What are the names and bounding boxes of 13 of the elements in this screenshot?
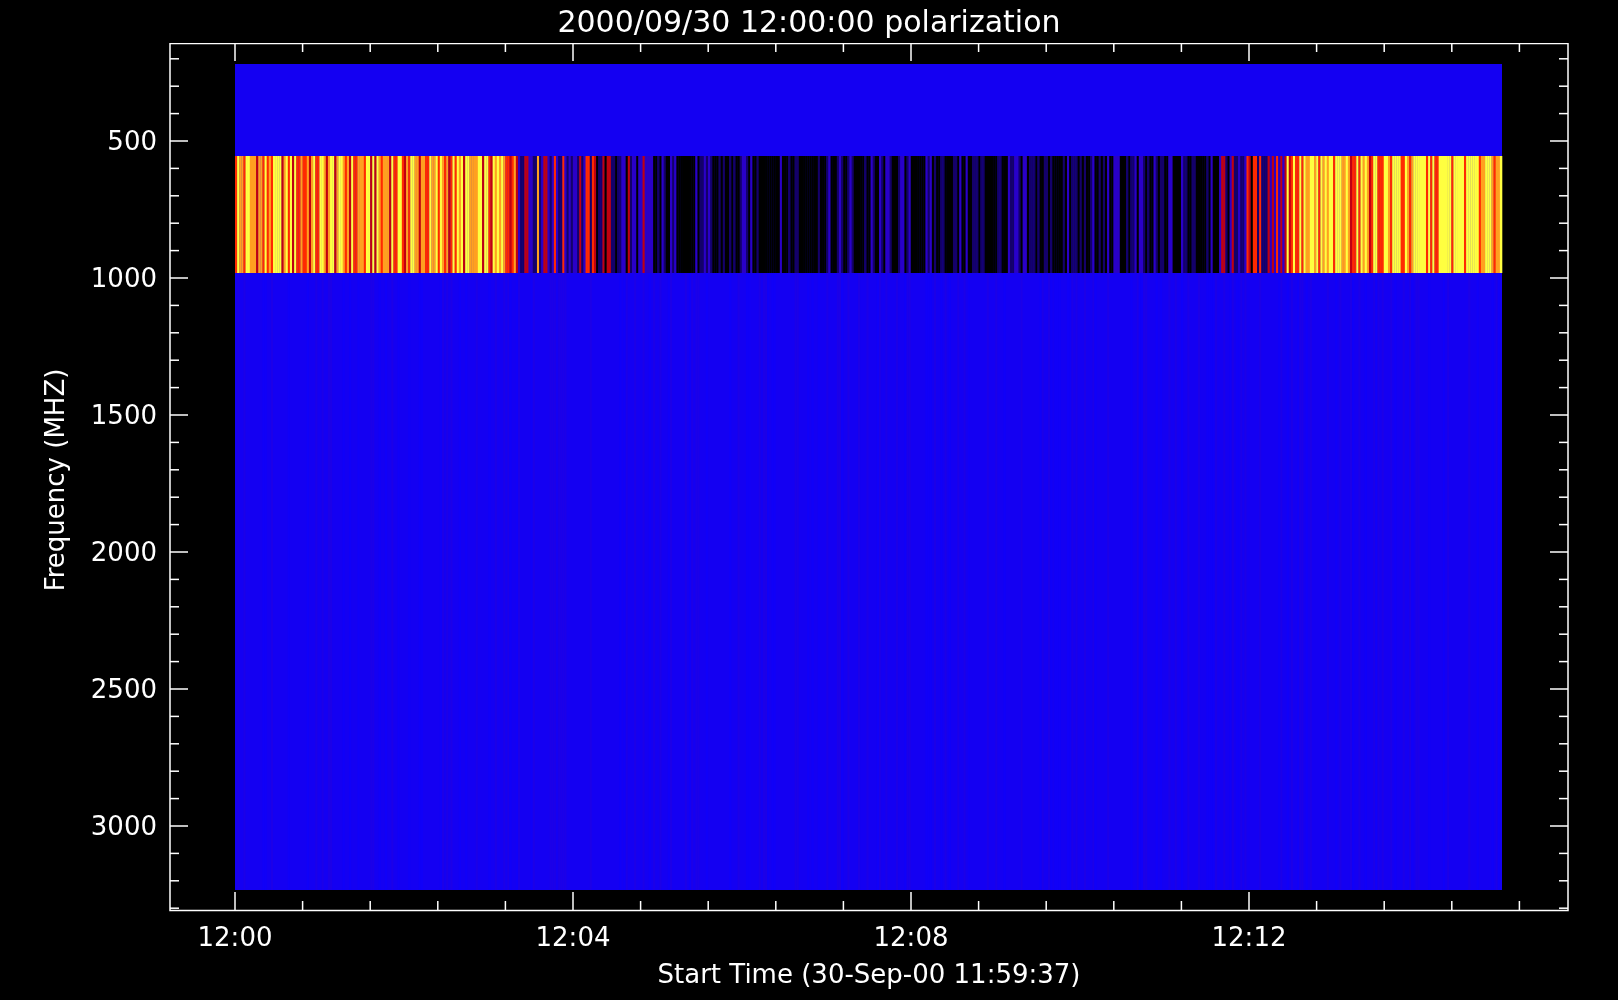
- plot-title: 2000/09/30 12:00:00 polarization: [557, 3, 1061, 41]
- y-tick-label: 500: [107, 126, 157, 156]
- x-tick-label: 12:08: [873, 922, 949, 952]
- y-tick-label: 2000: [90, 537, 157, 567]
- y-tick-label: 2500: [90, 674, 157, 704]
- y-axis-label: Frequency (MHZ): [40, 368, 70, 592]
- x-tick-label: 12:04: [535, 922, 611, 952]
- y-tick-label: 1500: [90, 400, 157, 430]
- x-tick-label: 12:12: [1211, 922, 1287, 952]
- x-tick-label: 12:00: [197, 922, 273, 952]
- y-tick-label: 3000: [90, 811, 157, 841]
- x-axis-label: Start Time (30-Sep-00 11:59:37): [657, 959, 1081, 989]
- y-tick-label: 1000: [90, 263, 157, 293]
